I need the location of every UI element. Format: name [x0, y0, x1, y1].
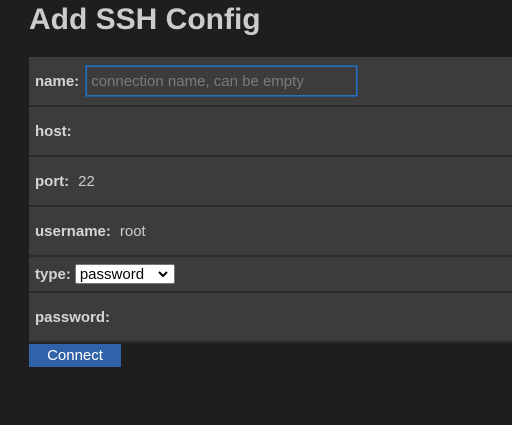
- host-label: host:: [35, 122, 72, 140]
- name-input[interactable]: [86, 66, 358, 96]
- port-field[interactable]: 22: [78, 173, 95, 190]
- username-label: username:: [35, 222, 111, 240]
- port-label: port:: [35, 172, 70, 190]
- row-name: name:: [29, 57, 512, 107]
- name-label: name:: [35, 72, 80, 90]
- type-label: type:: [35, 265, 71, 283]
- page-title: Add SSH Config: [29, 3, 261, 36]
- row-port: port: 22: [29, 157, 512, 207]
- row-password: password:: [29, 293, 512, 343]
- connect-button[interactable]: Connect: [29, 344, 121, 367]
- ssh-config-page: Add SSH Config name: host: port: 22 user…: [0, 0, 512, 425]
- row-type: type: password: [29, 257, 512, 293]
- chevron-down-icon: [158, 271, 168, 278]
- ssh-config-form: name: host: port: 22 username: root type…: [29, 57, 512, 343]
- password-label: password:: [35, 308, 111, 326]
- row-username: username: root: [29, 207, 512, 257]
- type-select-value: password: [79, 265, 145, 283]
- type-select[interactable]: password: [74, 264, 175, 284]
- row-host: host:: [29, 107, 512, 157]
- username-field[interactable]: root: [120, 223, 146, 240]
